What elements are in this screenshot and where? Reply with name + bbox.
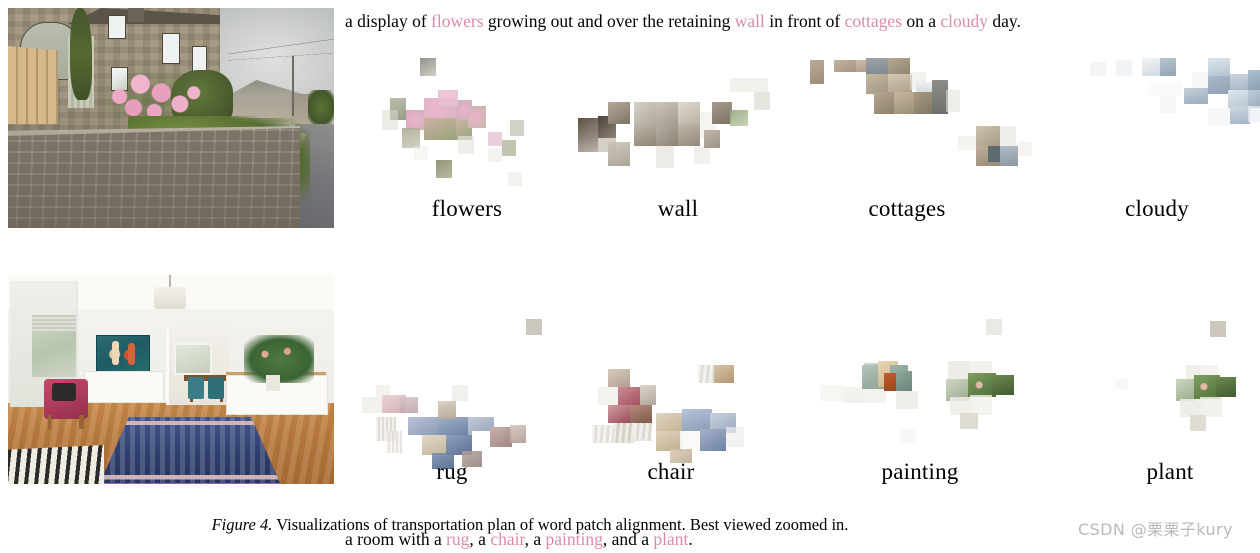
- highlighted-word-flowers: flowers: [431, 11, 484, 31]
- patch-word-label: chair: [647, 459, 695, 484]
- patch-panel-rug: rug: [362, 313, 542, 484]
- caption-text-segment: a display of: [345, 11, 432, 31]
- patch-word-label: cloudy: [1125, 196, 1189, 221]
- patch-panel-cloudy: cloudy: [1062, 50, 1260, 230]
- figure-row-room: a room with a rug, a chair, a painting, …: [0, 258, 1260, 549]
- caption-text-segment: in front of: [764, 11, 845, 31]
- caption-sentence-village: a display of flowers growing out and ove…: [345, 10, 1021, 32]
- csdn-watermark: CSDN @栗栗子kury: [1078, 520, 1233, 539]
- patch-word-label: rug: [436, 459, 468, 484]
- patch-panel-chair: chair: [576, 313, 766, 484]
- patch-word-label: flowers: [431, 196, 503, 221]
- patch-panel-painting: painting: [820, 313, 1020, 484]
- patch-panel-cottages: cottages: [792, 50, 1032, 230]
- patch-cluster-painting: [820, 313, 1020, 483]
- highlighted-word-cottages: cottages: [844, 11, 902, 31]
- patch-word-label: plant: [1146, 459, 1194, 484]
- village-street-photo: [8, 8, 334, 228]
- figure-row-village: a display of flowers growing out and ove…: [0, 0, 1260, 258]
- patch-panel-wall: wall: [578, 50, 778, 230]
- patch-panel-plant: plant: [1090, 313, 1250, 484]
- patch-word-label: wall: [657, 196, 699, 221]
- patch-cluster-rug: [362, 313, 542, 483]
- caption-text-segment: day.: [988, 11, 1021, 31]
- caption-text-segment: growing out and over the retaining: [483, 11, 735, 31]
- patch-cluster-chair: [576, 313, 766, 483]
- living-room-photo: [8, 275, 334, 484]
- caption-text-segment: on a: [901, 11, 941, 31]
- patch-cluster-plant: [1090, 313, 1250, 483]
- highlighted-word-cloudy: cloudy: [940, 11, 989, 31]
- figure-caption-text: Visualizations of transportation plan of…: [276, 515, 849, 534]
- patch-word-label: painting: [881, 459, 959, 484]
- figure-number: Figure 4.: [211, 515, 273, 534]
- highlighted-word-wall: wall: [734, 11, 765, 31]
- patch-word-label: cottages: [868, 196, 946, 221]
- patch-panel-flowers: flowers: [382, 50, 552, 230]
- figure-caption: Figure 4. Visualizations of transportati…: [0, 514, 1060, 536]
